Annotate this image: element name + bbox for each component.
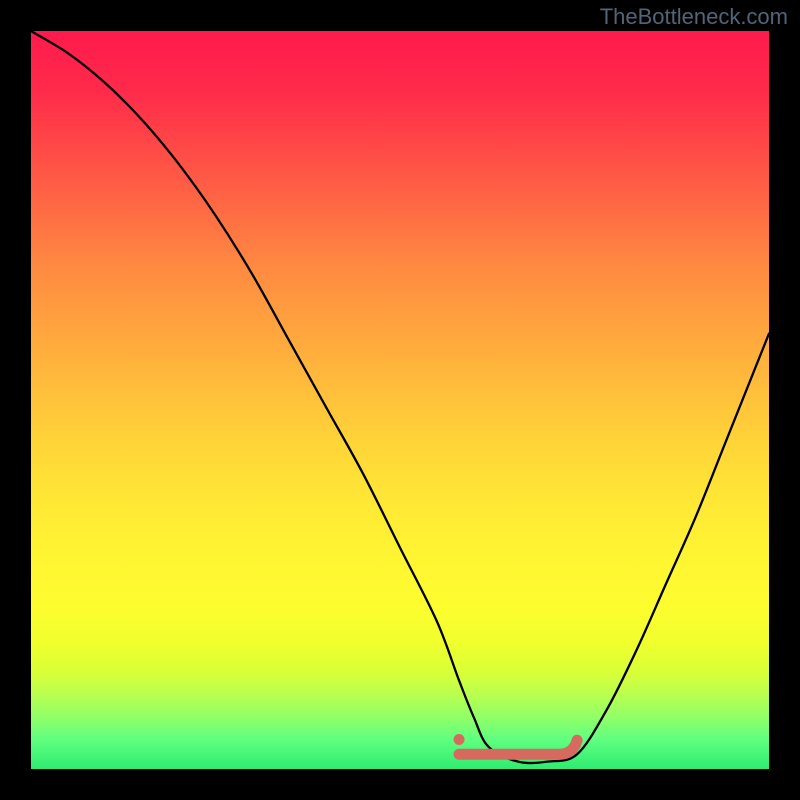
optimal-range-marker [459,740,577,754]
bottleneck-curve [31,31,769,763]
optimal-point-dot [454,734,465,745]
watermark-text: TheBottleneck.com [600,4,788,30]
chart-overlay [31,31,769,769]
chart-plot-area [31,31,769,769]
